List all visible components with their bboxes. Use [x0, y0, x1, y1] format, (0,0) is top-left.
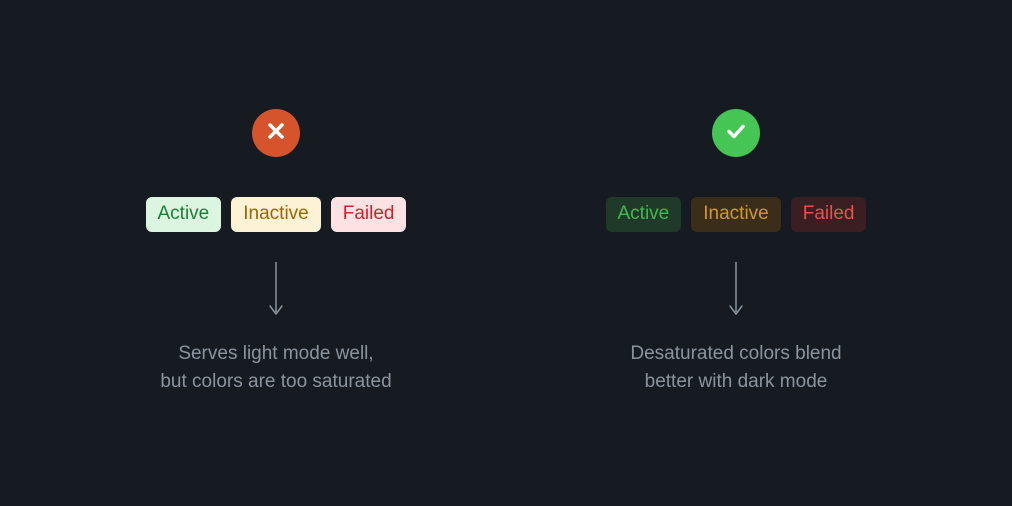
check-icon-circle: [712, 109, 760, 157]
left-badges: Active Inactive Failed: [146, 197, 407, 232]
right-column: Active Inactive Failed Desaturated color…: [566, 109, 906, 397]
badge-failed-dark: Failed: [791, 197, 867, 232]
badge-inactive-dark: Inactive: [691, 197, 780, 232]
right-caption-line1: Desaturated colors blend: [630, 343, 841, 364]
left-caption-line2: but colors are too saturated: [160, 371, 391, 392]
left-caption: Serves light mode well, but colors are t…: [160, 340, 391, 397]
badge-active-dark: Active: [606, 197, 682, 232]
arrow-down-icon: [266, 260, 286, 320]
badge-inactive-light: Inactive: [231, 197, 320, 232]
right-caption: Desaturated colors blend better with dar…: [630, 340, 841, 397]
left-column: Active Inactive Failed Serves light mode…: [106, 109, 446, 397]
badge-active-light: Active: [146, 197, 222, 232]
badge-failed-light: Failed: [331, 197, 407, 232]
right-badges: Active Inactive Failed: [606, 197, 867, 232]
right-caption-line2: better with dark mode: [645, 371, 828, 392]
cross-icon: [264, 119, 288, 148]
arrow-down-icon: [726, 260, 746, 320]
check-icon: [724, 119, 748, 148]
comparison-container: Active Inactive Failed Serves light mode…: [106, 109, 906, 397]
left-caption-line1: Serves light mode well,: [178, 343, 373, 364]
cross-icon-circle: [252, 109, 300, 157]
